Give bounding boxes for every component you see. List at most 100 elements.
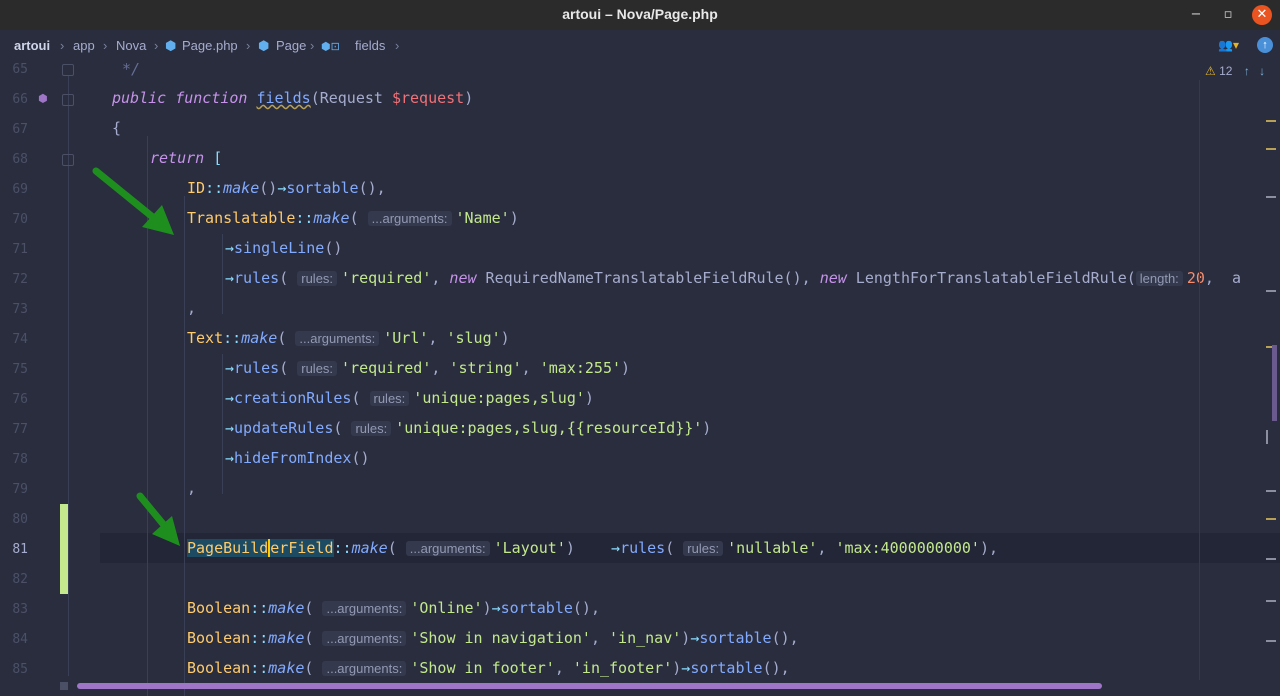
window-title: artoui – Nova/Page.php: [562, 6, 718, 22]
method-icon: ⬢⊡: [321, 41, 340, 53]
line-number: 72: [12, 272, 28, 287]
inspection-widget[interactable]: ⚠ 12 ↑ ↓: [1205, 64, 1265, 78]
info-stripe-marker[interactable]: [1266, 490, 1276, 492]
fold-toggle-icon[interactable]: [62, 154, 74, 166]
code-line-71: →singleLine(): [225, 239, 343, 257]
code-line-78: →hideFromIndex(): [225, 449, 370, 467]
indent-guide: [222, 234, 223, 314]
code-line-83: Boolean::make( ...arguments: 'Online')→so…: [187, 599, 600, 617]
code-line-76: →creationRules( rules:'unique:pages,slug…: [225, 389, 594, 407]
keyword: function: [175, 89, 248, 107]
line-number: 71: [12, 242, 28, 257]
breadcrumb-separator: ›: [395, 38, 400, 53]
method-override-icon[interactable]: ⬢: [38, 92, 48, 105]
parameter-hint: rules:: [297, 271, 338, 286]
breadcrumb-method[interactable]: fields: [355, 38, 385, 53]
title-bar: artoui – Nova/Page.php − ▫ ✕: [0, 0, 1280, 30]
warning-count: 12: [1219, 64, 1233, 78]
scrollbar-corner: [60, 682, 68, 690]
line-number: 67: [12, 122, 28, 137]
parameter-hint: rules:: [683, 541, 724, 556]
fold-toggle-icon[interactable]: [62, 64, 74, 76]
punct: [: [204, 149, 223, 167]
line-number: 77: [12, 422, 28, 437]
breadcrumb-nova[interactable]: Nova: [116, 38, 146, 53]
parameter-hint: ...arguments:: [322, 661, 407, 676]
breadcrumb-separator: ›: [103, 38, 108, 53]
line-number: 74: [12, 332, 28, 347]
previous-highlight-icon[interactable]: ↑: [1244, 64, 1250, 78]
line-number: 83: [12, 602, 28, 617]
code-line-65: */: [122, 60, 141, 78]
class-icon: ⬢: [258, 38, 270, 53]
update-icon[interactable]: ↑: [1257, 37, 1273, 53]
line-number: 66: [12, 92, 28, 107]
info-stripe-marker[interactable]: [1266, 558, 1276, 560]
info-stripe-marker[interactable]: [1266, 290, 1276, 292]
warning-stripe-marker[interactable]: [1266, 518, 1276, 520]
line-number: 69: [12, 182, 28, 197]
parameter-hint: ...arguments:: [322, 601, 407, 616]
info-stripe-marker[interactable]: [1266, 600, 1276, 602]
breadcrumb-separator: ›: [310, 38, 315, 53]
right-margin-guide: [1199, 80, 1200, 680]
breadcrumb-class[interactable]: Page: [276, 38, 306, 53]
warning-stripe-marker[interactable]: [1266, 120, 1276, 122]
fold-toggle-icon[interactable]: [62, 94, 74, 106]
line-number-current: 81: [12, 542, 28, 557]
vcs-change-marker[interactable]: [60, 504, 68, 594]
indent-guide: [222, 354, 223, 494]
breadcrumb-project[interactable]: artoui: [14, 38, 50, 53]
keyword: public: [112, 89, 167, 107]
change-stripe-marker[interactable]: [1266, 430, 1268, 444]
breadcrumb: artoui › app › Nova › ⬢ Page.php › ⬢ Pag…: [0, 30, 1280, 60]
fold-guide: [68, 76, 69, 676]
code-line-69: ID::make()→sortable(),: [187, 179, 386, 197]
horizontal-scrollbar-thumb[interactable]: [77, 683, 1102, 689]
annotation-arrow-icon: [136, 492, 180, 546]
code-line-75: →rules( rules:'required', 'string', 'max…: [225, 359, 631, 377]
line-number: 76: [12, 392, 28, 407]
info-stripe-marker[interactable]: [1266, 640, 1276, 642]
parameter-hint: rules:: [297, 361, 338, 376]
line-number: 82: [12, 572, 28, 587]
code-line-67: {: [112, 119, 122, 137]
parameter-hint: rules:: [369, 391, 410, 406]
people-icon[interactable]: 👥▾: [1218, 38, 1239, 52]
indent-guide: [184, 196, 185, 696]
line-number: 70: [12, 212, 28, 227]
warning-stripe-marker[interactable]: [1266, 148, 1276, 150]
vertical-scrollbar-thumb[interactable]: [1272, 345, 1277, 421]
breadcrumb-separator: ›: [246, 38, 251, 53]
breadcrumb-separator: ›: [60, 38, 65, 53]
maximize-button[interactable]: ▫: [1218, 5, 1238, 25]
minimize-button[interactable]: −: [1186, 5, 1206, 25]
line-number: 80: [12, 512, 28, 527]
php-file-icon: ⬢: [165, 38, 177, 53]
code-line-72: →rules( rules:'required', new RequiredNa…: [225, 269, 1241, 287]
breadcrumb-file[interactable]: Page.php: [182, 38, 238, 53]
parameter-hint: rules:: [351, 421, 392, 436]
breadcrumb-app[interactable]: app: [73, 38, 95, 53]
parameter-hint: ...arguments:: [322, 631, 407, 646]
code-editor[interactable]: */ public function fields(Request $reque…: [100, 60, 1280, 696]
info-stripe-marker[interactable]: [1266, 196, 1276, 198]
parameter-hint: ...arguments:: [405, 541, 490, 556]
close-button[interactable]: ✕: [1252, 5, 1272, 25]
code-line-66: public function fields(Request $request): [112, 89, 473, 107]
parameter-hint: ...arguments:: [367, 211, 452, 226]
code-line-81: PageBuild erField::make( ...arguments: 'La…: [187, 539, 999, 557]
function-name: fields: [256, 89, 311, 107]
code-line-73: ,: [187, 299, 197, 317]
punct: (Request: [310, 89, 392, 107]
line-number: 65: [12, 62, 28, 77]
line-number-gutter: 65 66 67 68 69 70 71 72 73 74 75 76 77 7…: [0, 60, 100, 691]
parameter-hint: length:: [1135, 271, 1183, 286]
parameter-hint: ...arguments:: [295, 331, 380, 346]
code-line-84: Boolean::make( ...arguments: 'Show in nav…: [187, 629, 799, 647]
line-number: 68: [12, 152, 28, 167]
next-highlight-icon[interactable]: ↓: [1259, 64, 1265, 78]
code-line-70: Translatable::make( ...arguments: 'Name'): [187, 209, 519, 227]
variable: $request: [391, 89, 465, 107]
breadcrumb-separator: ›: [154, 38, 159, 53]
